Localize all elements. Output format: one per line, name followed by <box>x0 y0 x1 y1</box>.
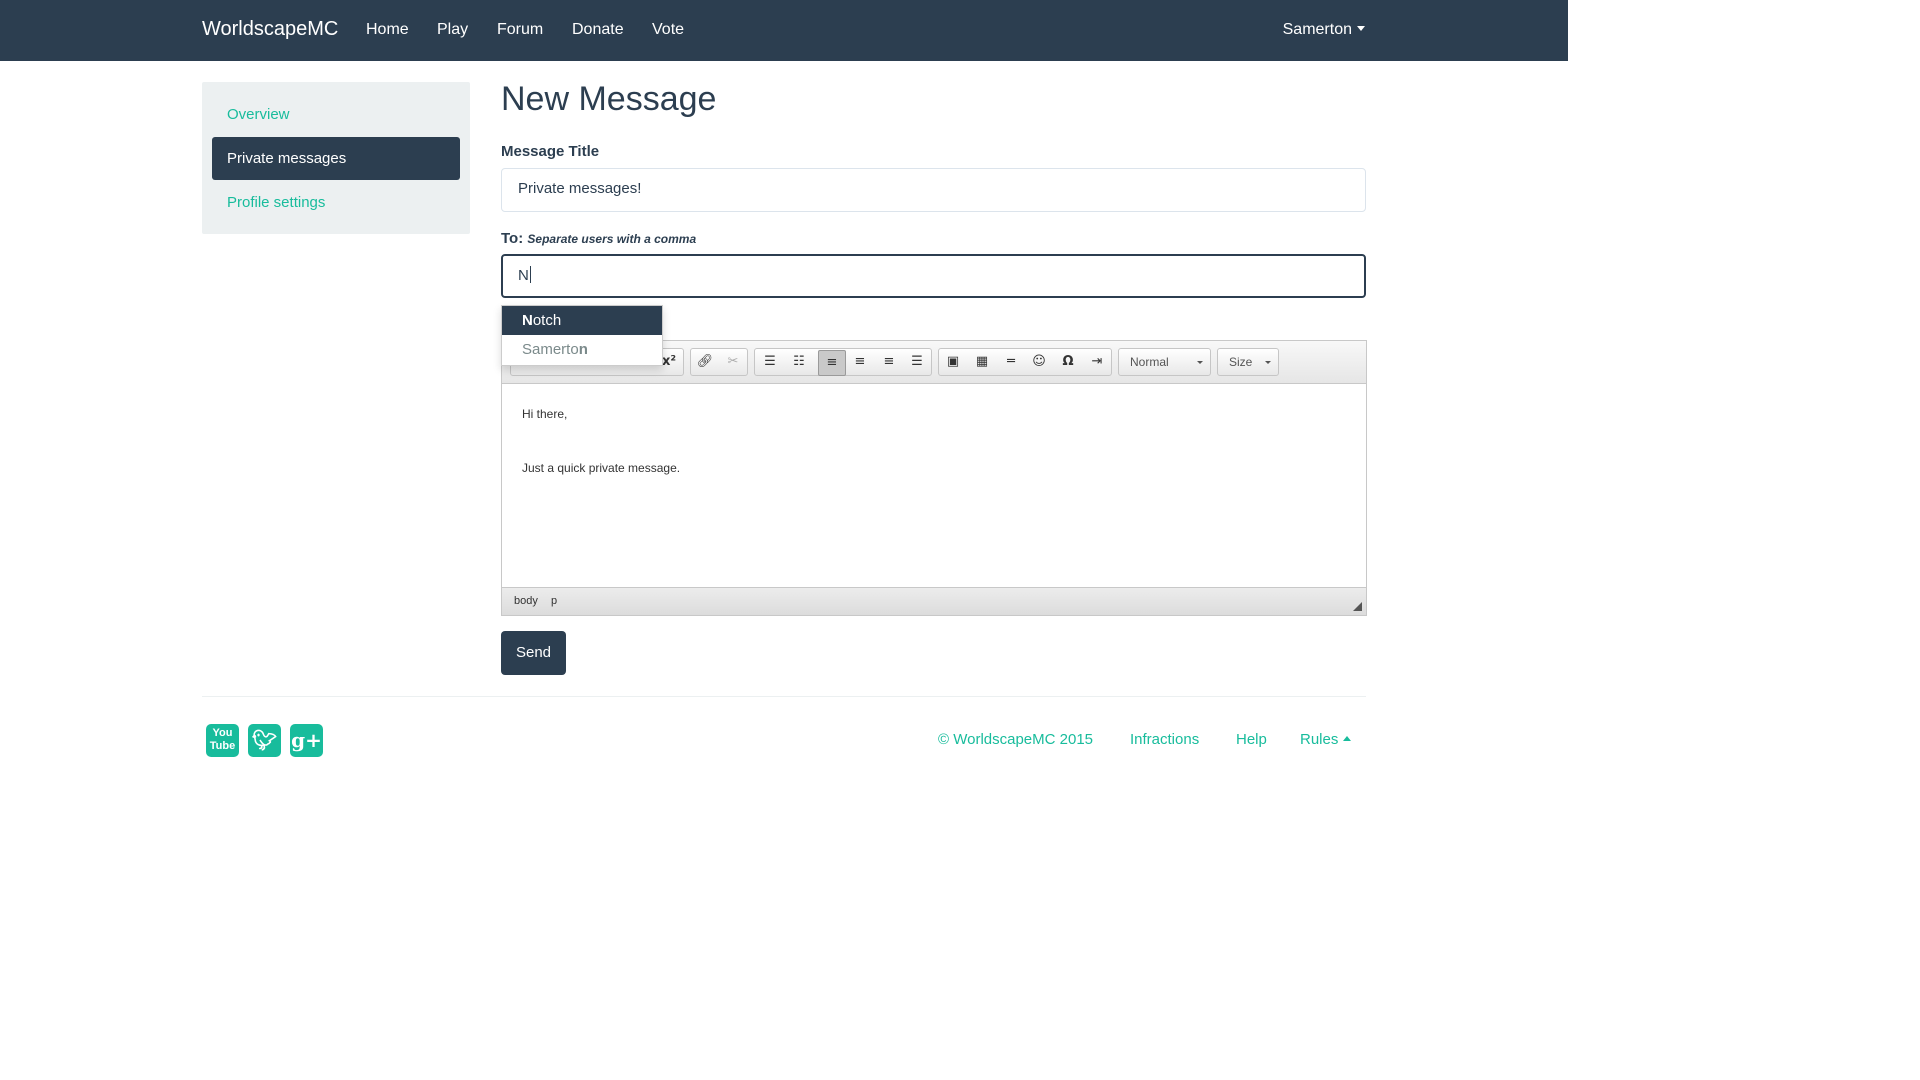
to-label-text: To: <box>501 230 524 247</box>
path-body[interactable]: body <box>514 595 538 607</box>
match-text: N <box>522 312 533 329</box>
rich-text-editor[interactable]: x² 🔗︎ ✂ ☰ ☷ ≡ ≡ ≡ ☰ ▣ ▦ ═ ☺ Ω ⇥ Normal S… <box>501 340 1367 616</box>
message-title-input[interactable]: Private messages! <box>501 168 1366 212</box>
text-cursor <box>529 266 531 283</box>
user-menu-dropdown[interactable]: Samerton <box>1283 21 1365 39</box>
path-p[interactable]: p <box>551 595 557 607</box>
horizontal-line-icon[interactable]: ═ <box>999 352 1023 372</box>
special-char-icon[interactable]: Ω <box>1056 352 1080 372</box>
caret-down-icon <box>1357 26 1365 31</box>
autocomplete-item-notch[interactable]: Notch <box>502 306 662 335</box>
smiley-icon[interactable]: ☺ <box>1027 352 1051 372</box>
google-plus-icon[interactable]: g+ <box>290 724 323 757</box>
toolbar-group-links: 🔗︎ ✂ <box>690 348 748 376</box>
recipients-input[interactable]: N <box>501 254 1366 298</box>
link-icon[interactable]: 🔗︎ <box>693 352 717 372</box>
nav-donate[interactable]: Donate <box>572 21 624 39</box>
nav-play[interactable]: Play <box>437 21 468 39</box>
send-button[interactable]: Send <box>501 631 566 675</box>
align-right-icon[interactable]: ≡ <box>877 352 901 372</box>
footer-link-rules: Rules <box>1300 731 1339 748</box>
chevron-down-icon <box>1265 361 1271 364</box>
page-break-icon[interactable]: ⇥ <box>1085 352 1109 372</box>
sidebar-item-overview[interactable]: Overview <box>212 93 460 136</box>
twitter-icon[interactable]: 🐦︎ <box>248 724 281 757</box>
bullet-list-icon[interactable]: ☷ <box>787 352 811 372</box>
format-value: Normal <box>1130 355 1169 369</box>
size-dropdown[interactable]: Size <box>1217 348 1279 376</box>
page-title: New Message <box>501 80 717 118</box>
align-justify-icon[interactable]: ☰ <box>905 352 929 372</box>
nav-forum[interactable]: Forum <box>497 21 543 39</box>
editor-path-bar: body p <box>502 587 1366 615</box>
content-line: Just a quick private message. <box>522 461 681 475</box>
toolbar-group-insert: ▣ ▦ ═ ☺ Ω ⇥ <box>938 348 1112 376</box>
to-hint: Separate users with a comma <box>527 232 697 246</box>
nav-vote[interactable]: Vote <box>652 21 684 39</box>
resize-handle-icon[interactable] <box>1353 602 1362 611</box>
align-left-icon[interactable]: ≡ <box>818 350 846 376</box>
youtube-icon[interactable]: You Tube <box>206 724 239 757</box>
align-center-icon[interactable]: ≡ <box>848 352 872 372</box>
brand-logo[interactable]: WorldscapeMC <box>202 18 338 41</box>
rest-text: otch <box>532 312 562 329</box>
nav-home[interactable]: Home <box>366 21 409 39</box>
recipient-autocomplete: Notch Samerton <box>501 305 663 366</box>
toolbar-group-paragraph: ☰ ☷ ≡ ≡ ≡ ☰ <box>754 348 932 376</box>
footer-rules-dropdown[interactable]: Rules <box>1300 731 1352 748</box>
sidebar-item-profile-settings[interactable]: Profile settings <box>212 181 460 224</box>
caret-up-icon <box>1343 736 1352 741</box>
table-icon[interactable]: ▦ <box>970 352 994 372</box>
message-title-label: Message Title <box>501 143 600 160</box>
unlink-icon[interactable]: ✂ <box>721 352 745 372</box>
format-dropdown[interactable]: Normal <box>1118 348 1211 376</box>
message-title-value: Private messages! <box>518 180 642 197</box>
size-value: Size <box>1229 355 1253 369</box>
sidebar-item-private-messages[interactable]: Private messages <box>212 137 460 180</box>
footer-divider <box>202 696 1366 697</box>
sidebar: Overview Private messages Profile settin… <box>202 82 470 234</box>
match-text: n <box>578 341 588 358</box>
copyright-text: © WorldscapeMC 2015 <box>938 731 1094 748</box>
prefix-text: Samerto <box>522 341 579 358</box>
footer-link-infractions[interactable]: Infractions <box>1130 731 1199 748</box>
autocomplete-item-samerton[interactable]: Samerton <box>502 335 662 364</box>
footer-link-help[interactable]: Help <box>1236 731 1267 748</box>
numbered-list-icon[interactable]: ☰ <box>758 352 782 372</box>
top-navbar: WorldscapeMC Home Play Forum Donate Vote… <box>0 0 1568 61</box>
recipients-value: N <box>518 267 529 284</box>
editor-content[interactable]: Hi there, Just a quick private message. <box>522 405 680 513</box>
to-label: To: Separate users with a comma <box>501 230 696 247</box>
chevron-down-icon <box>1197 361 1203 364</box>
image-icon[interactable]: ▣ <box>941 352 965 372</box>
user-name: Samerton <box>1282 21 1352 38</box>
content-line: Hi there, <box>522 407 568 421</box>
